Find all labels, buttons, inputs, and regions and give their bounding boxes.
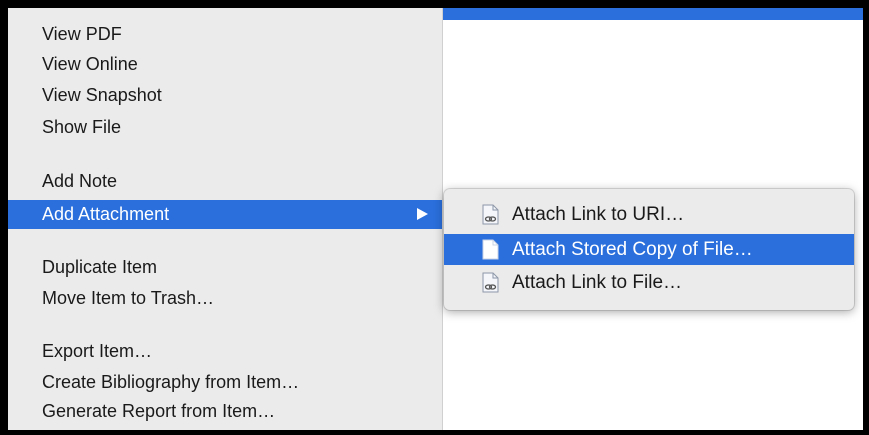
menu-item-show-file[interactable]: Show File [8,113,442,142]
context-menu: View PDF View Online View Snapshot Show … [8,8,442,430]
submenu-item-label: Attach Link to URI… [512,204,685,225]
menu-item-add-attachment-label: Add Attachment [42,204,170,224]
link-file-icon [482,204,499,225]
menu-item-create-bibliography[interactable]: Create Bibliography from Item… [8,368,442,397]
submenu-item-attach-link-file[interactable]: Attach Link to File… [444,267,854,298]
document-icon [482,239,499,260]
selection-bar [440,8,863,20]
submenu-item-attach-stored-copy[interactable]: Attach Stored Copy of File… [444,234,854,265]
menu-item-generate-report[interactable]: Generate Report from Item… [8,397,442,426]
menu-item-move-to-trash[interactable]: Move Item to Trash… [8,284,442,313]
submenu-item-label: Attach Link to File… [512,272,683,293]
submenu-item-attach-link-uri[interactable]: Attach Link to URI… [444,199,854,230]
attachment-submenu: Attach Link to URI… Attach Stored Copy o… [444,189,854,310]
menu-item-add-note[interactable]: Add Note [8,167,442,196]
menu-item-add-attachment[interactable]: Add Attachment [8,200,442,229]
menu-item-view-online[interactable]: View Online [8,50,442,79]
menu-item-export-item[interactable]: Export Item… [8,337,442,366]
triangle-right-icon [417,208,428,220]
link-file-icon [482,272,499,293]
menu-item-view-pdf[interactable]: View PDF [8,20,442,49]
submenu-item-label: Attach Stored Copy of File… [512,239,753,260]
menu-item-view-snapshot[interactable]: View Snapshot [8,81,442,110]
menu-item-duplicate-item[interactable]: Duplicate Item [8,253,442,282]
